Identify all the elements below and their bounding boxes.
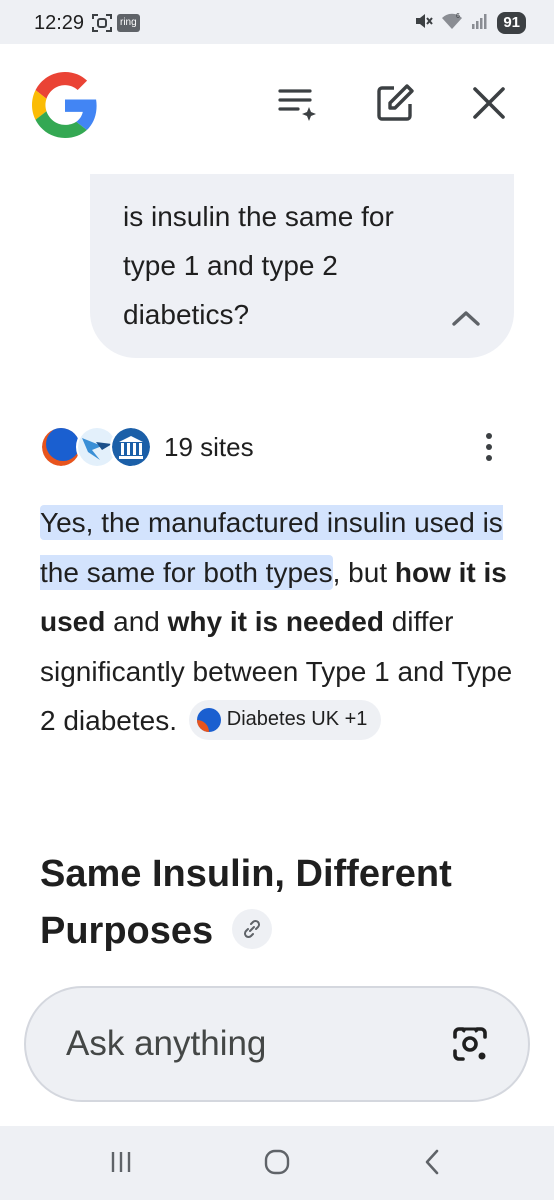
svg-text:6: 6: [456, 13, 460, 20]
system-nav-bar: [0, 1126, 554, 1200]
home-icon: [263, 1148, 291, 1181]
status-time: 12:29: [34, 12, 85, 34]
app-header: [0, 44, 554, 162]
more-vert-dot: [486, 444, 492, 450]
section-heading: Same Insulin, Different Purposes: [40, 846, 510, 960]
back-icon: [422, 1148, 442, 1181]
diabetes-uk-icon: [196, 707, 221, 732]
recents-icon: [108, 1149, 134, 1180]
signal-icon: [471, 12, 489, 35]
ask-box: [24, 986, 530, 1102]
more-vert-dot: [486, 455, 492, 461]
answer-bold-2: why it is needed: [167, 606, 384, 637]
source-chip[interactable]: Diabetes UK +1: [188, 699, 382, 740]
status-icons: 6 91: [413, 12, 526, 34]
mute-icon: [413, 11, 434, 36]
recents-button[interactable]: [101, 1144, 141, 1184]
new-chat-button[interactable]: [372, 82, 418, 128]
query-text: is insulin the same for type 1 and type …: [123, 201, 394, 330]
query-bubble[interactable]: is insulin the same for type 1 and type …: [90, 174, 514, 358]
ask-input[interactable]: [66, 1018, 426, 1070]
history-icon: [276, 83, 318, 128]
source-chip-label: Diabetes UK +1: [226, 707, 368, 730]
copy-link-button[interactable]: [231, 908, 272, 949]
answer-part-2: and: [105, 606, 168, 637]
collapse-query-button[interactable]: [448, 308, 484, 332]
chevron-up-icon: [451, 309, 481, 332]
close-button[interactable]: [466, 82, 512, 128]
sources-button[interactable]: 19 sites: [40, 424, 254, 470]
source-favicon-institution: [110, 426, 152, 468]
sources-count: 19 sites: [164, 431, 254, 462]
back-button[interactable]: [412, 1144, 452, 1184]
battery-icon: 91: [497, 12, 526, 34]
history-button[interactable]: [274, 82, 320, 128]
google-g-logo: [32, 72, 98, 138]
link-icon: [241, 900, 263, 957]
home-button[interactable]: [257, 1144, 297, 1184]
answer-text: Yes, the manufactured insulin used is th…: [40, 498, 520, 746]
more-options-button[interactable]: [470, 428, 508, 466]
more-vert-dot: [486, 433, 492, 439]
screenshot-icon: [92, 14, 112, 32]
ring-badge: ring: [117, 14, 140, 32]
wifi-icon: 6: [441, 11, 463, 36]
source-favicons: [40, 424, 152, 470]
close-icon: [471, 85, 507, 126]
answer-part-1: but: [340, 556, 395, 588]
lens-button[interactable]: [448, 1024, 492, 1068]
status-bar: 12:29 ring 6 91: [0, 0, 554, 44]
lens-camera-icon: [450, 1024, 490, 1069]
edit-icon: [374, 82, 416, 129]
